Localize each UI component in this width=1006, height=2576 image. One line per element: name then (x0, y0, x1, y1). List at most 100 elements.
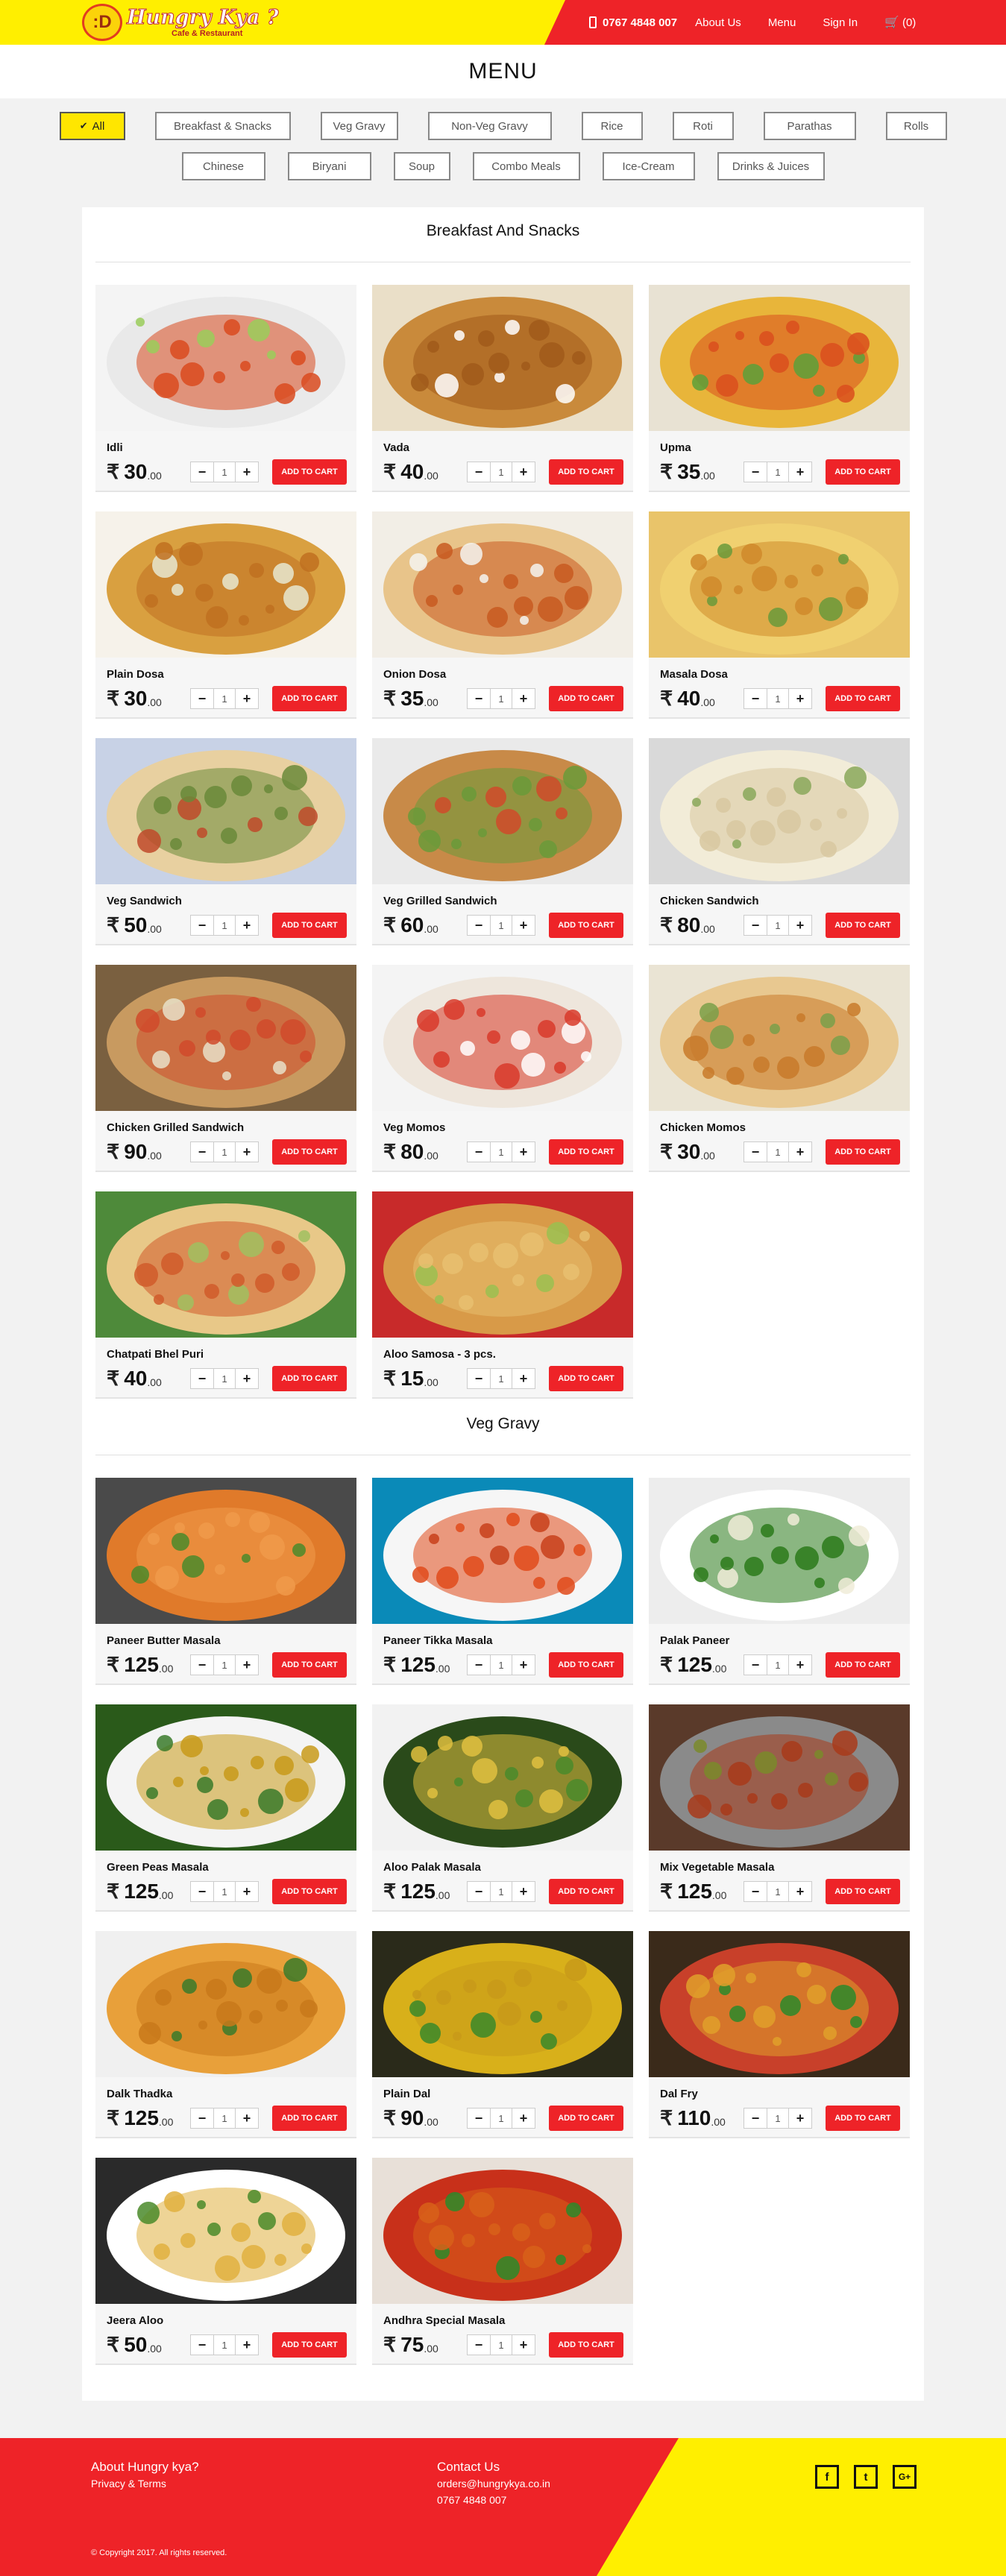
filter-drinks-juices[interactable]: Drinks & Juices (717, 152, 825, 180)
food-image[interactable] (372, 1704, 633, 1851)
decrease-qty-button[interactable]: − (744, 462, 767, 482)
quantity-input[interactable]: 1 (767, 1655, 789, 1675)
footer-privacy-link[interactable]: Privacy & Terms (91, 2475, 199, 2492)
quantity-input[interactable]: 1 (490, 1655, 512, 1675)
increase-qty-button[interactable]: + (512, 1142, 535, 1162)
increase-qty-button[interactable]: + (236, 1369, 258, 1388)
nav-about-us[interactable]: About Us (695, 16, 741, 29)
increase-qty-button[interactable]: + (512, 1655, 535, 1675)
add-to-cart-button[interactable]: ADD TO CART (549, 686, 623, 711)
quantity-input[interactable]: 1 (213, 1142, 236, 1162)
decrease-qty-button[interactable]: − (744, 689, 767, 708)
food-image[interactable] (649, 738, 910, 884)
add-to-cart-button[interactable]: ADD TO CART (272, 459, 347, 485)
food-image[interactable] (95, 285, 356, 431)
food-image[interactable] (372, 285, 633, 431)
quantity-input[interactable]: 1 (213, 2335, 236, 2355)
food-image[interactable] (372, 965, 633, 1111)
add-to-cart-button[interactable]: ADD TO CART (549, 1139, 623, 1165)
quantity-input[interactable]: 1 (213, 1655, 236, 1675)
decrease-qty-button[interactable]: − (468, 2109, 490, 2128)
increase-qty-button[interactable]: + (236, 689, 258, 708)
add-to-cart-button[interactable]: ADD TO CART (549, 1652, 623, 1678)
food-image[interactable] (95, 1704, 356, 1851)
filter-roti[interactable]: Roti (672, 112, 734, 140)
increase-qty-button[interactable]: + (512, 1882, 535, 1901)
filter-ice-cream[interactable]: Ice-Cream (602, 152, 695, 180)
quantity-input[interactable]: 1 (213, 916, 236, 935)
filter-rice[interactable]: Rice (581, 112, 643, 140)
decrease-qty-button[interactable]: − (191, 2335, 213, 2355)
increase-qty-button[interactable]: + (236, 2109, 258, 2128)
increase-qty-button[interactable]: + (789, 462, 811, 482)
add-to-cart-button[interactable]: ADD TO CART (272, 913, 347, 938)
add-to-cart-button[interactable]: ADD TO CART (549, 913, 623, 938)
decrease-qty-button[interactable]: − (191, 689, 213, 708)
food-image[interactable] (95, 1478, 356, 1624)
quantity-input[interactable]: 1 (213, 689, 236, 708)
increase-qty-button[interactable]: + (789, 1655, 811, 1675)
increase-qty-button[interactable]: + (789, 1142, 811, 1162)
add-to-cart-button[interactable]: ADD TO CART (549, 1879, 623, 1904)
decrease-qty-button[interactable]: − (744, 2109, 767, 2128)
quantity-input[interactable]: 1 (767, 2109, 789, 2128)
add-to-cart-button[interactable]: ADD TO CART (549, 1366, 623, 1391)
filter-rolls[interactable]: Rolls (885, 112, 947, 140)
add-to-cart-button[interactable]: ADD TO CART (826, 1139, 900, 1165)
quantity-input[interactable]: 1 (213, 1882, 236, 1901)
add-to-cart-button[interactable]: ADD TO CART (549, 459, 623, 485)
food-image[interactable] (649, 1931, 910, 2077)
food-image[interactable] (372, 1191, 633, 1338)
footer-phone[interactable]: 0767 4848 007 (437, 2492, 550, 2508)
food-image[interactable] (95, 2158, 356, 2304)
quantity-input[interactable]: 1 (490, 1369, 512, 1388)
add-to-cart-button[interactable]: ADD TO CART (272, 2106, 347, 2131)
twitter-icon[interactable]: t (854, 2465, 878, 2489)
add-to-cart-button[interactable]: ADD TO CART (826, 686, 900, 711)
quantity-input[interactable]: 1 (490, 462, 512, 482)
decrease-qty-button[interactable]: − (744, 1655, 767, 1675)
food-image[interactable] (649, 1704, 910, 1851)
increase-qty-button[interactable]: + (236, 2335, 258, 2355)
add-to-cart-button[interactable]: ADD TO CART (826, 459, 900, 485)
decrease-qty-button[interactable]: − (191, 2109, 213, 2128)
filter-non-veg-gravy[interactable]: Non-Veg Gravy (427, 112, 552, 140)
food-image[interactable] (372, 1478, 633, 1624)
increase-qty-button[interactable]: + (236, 1142, 258, 1162)
footer-about-link[interactable]: About Hungry kya? (91, 2459, 199, 2475)
decrease-qty-button[interactable]: − (191, 462, 213, 482)
filter-soup[interactable]: Soup (393, 152, 450, 180)
add-to-cart-button[interactable]: ADD TO CART (549, 2332, 623, 2358)
decrease-qty-button[interactable]: − (468, 689, 490, 708)
quantity-input[interactable]: 1 (490, 1142, 512, 1162)
add-to-cart-button[interactable]: ADD TO CART (272, 1652, 347, 1678)
add-to-cart-button[interactable]: ADD TO CART (826, 913, 900, 938)
decrease-qty-button[interactable]: − (191, 1655, 213, 1675)
food-image[interactable] (372, 511, 633, 658)
footer-email[interactable]: orders@hungrykya.co.in (437, 2475, 550, 2492)
add-to-cart-button[interactable]: ADD TO CART (272, 1366, 347, 1391)
quantity-input[interactable]: 1 (767, 1882, 789, 1901)
quantity-input[interactable]: 1 (767, 1142, 789, 1162)
increase-qty-button[interactable]: + (512, 689, 535, 708)
decrease-qty-button[interactable]: − (744, 1142, 767, 1162)
increase-qty-button[interactable]: + (789, 689, 811, 708)
increase-qty-button[interactable]: + (512, 462, 535, 482)
increase-qty-button[interactable]: + (512, 916, 535, 935)
decrease-qty-button[interactable]: − (468, 1142, 490, 1162)
cart-link[interactable]: 🛒 (0) (884, 15, 916, 30)
decrease-qty-button[interactable]: − (468, 1882, 490, 1901)
filter-parathas[interactable]: Parathas (763, 112, 856, 140)
quantity-input[interactable]: 1 (213, 2109, 236, 2128)
food-image[interactable] (649, 285, 910, 431)
increase-qty-button[interactable]: + (236, 462, 258, 482)
quantity-input[interactable]: 1 (767, 462, 789, 482)
food-image[interactable] (649, 511, 910, 658)
quantity-input[interactable]: 1 (490, 1882, 512, 1901)
filter-chinese[interactable]: Chinese (181, 152, 265, 180)
nav-sign-in[interactable]: Sign In (823, 16, 858, 29)
decrease-qty-button[interactable]: − (468, 1655, 490, 1675)
increase-qty-button[interactable]: + (236, 916, 258, 935)
quantity-input[interactable]: 1 (490, 689, 512, 708)
nav-menu[interactable]: Menu (768, 16, 796, 29)
